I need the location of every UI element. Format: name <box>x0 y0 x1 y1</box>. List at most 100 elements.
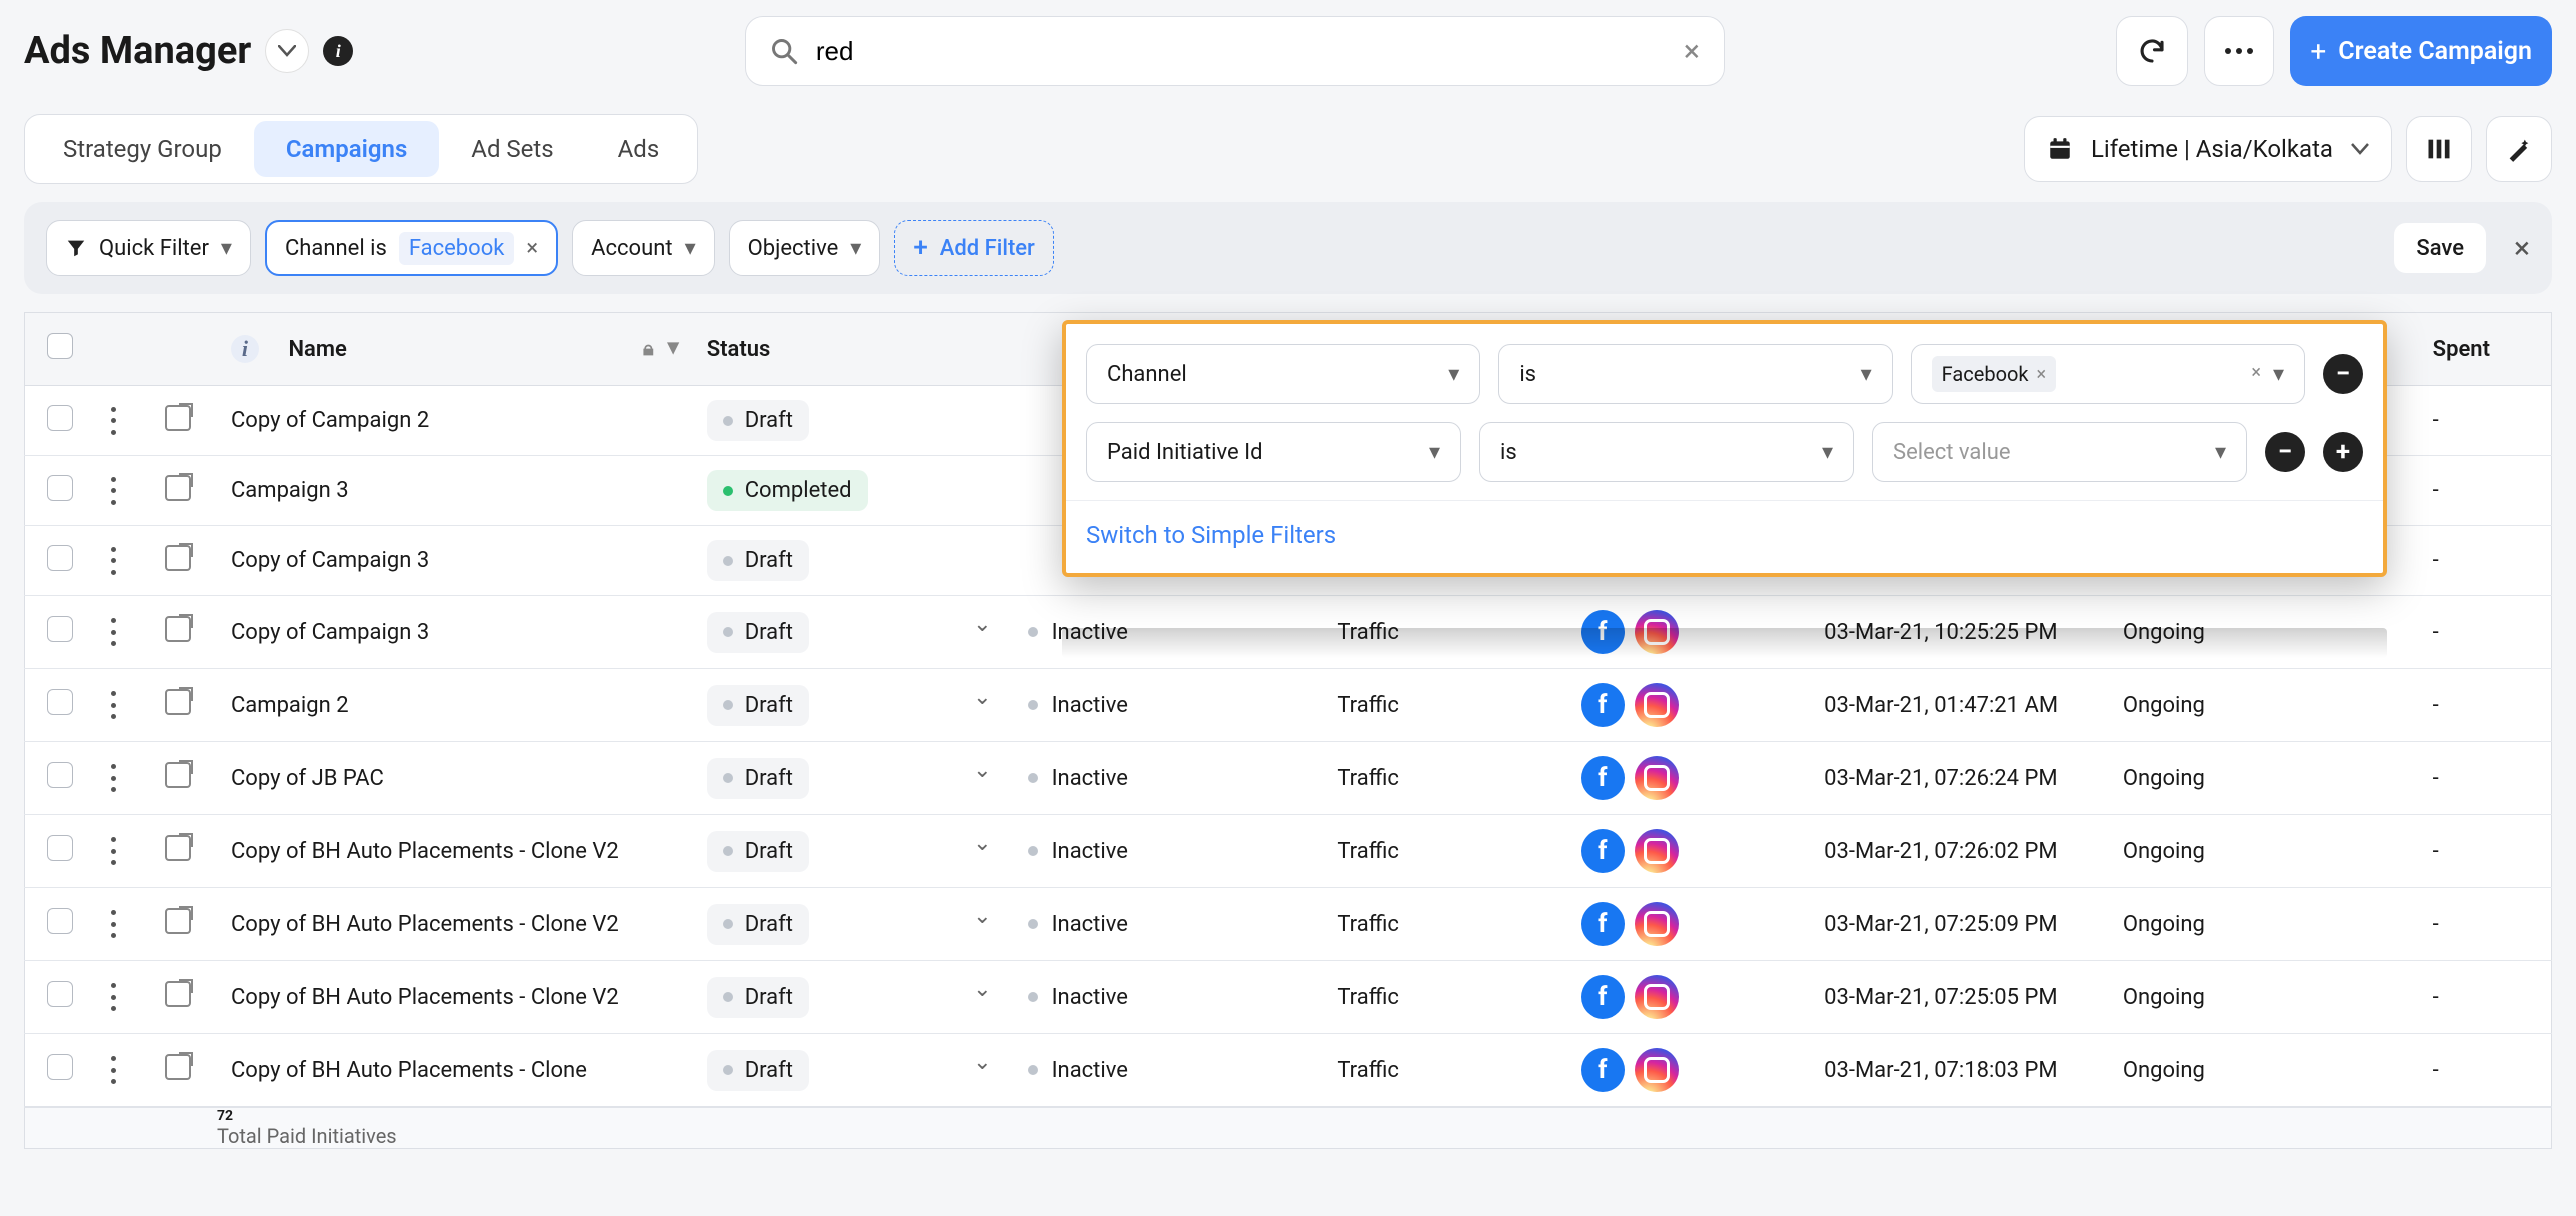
filter-operator-select[interactable]: is▾ <box>1479 422 1854 482</box>
cell-spent: - <box>2433 620 2439 645</box>
open-detail-icon[interactable] <box>165 689 191 715</box>
row-actions-menu[interactable] <box>109 618 117 646</box>
refresh-button[interactable] <box>2116 16 2188 86</box>
row-checkbox[interactable] <box>47 545 73 571</box>
open-detail-icon[interactable] <box>165 981 191 1007</box>
cell-channels: f <box>1581 902 1796 946</box>
filter-operator-select[interactable]: is▾ <box>1498 344 1892 404</box>
row-actions-menu[interactable] <box>109 837 117 865</box>
row-checkbox[interactable] <box>47 1054 73 1080</box>
row-actions-menu[interactable] <box>109 983 117 1011</box>
cell-channels: f <box>1581 829 1796 873</box>
row-checkbox[interactable] <box>47 689 73 715</box>
magic-button[interactable] <box>2486 116 2552 182</box>
column-header-spent[interactable]: Spent <box>2433 337 2490 362</box>
remove-condition-button[interactable]: − <box>2323 354 2363 394</box>
info-icon[interactable]: i <box>231 335 259 363</box>
date-range-picker[interactable]: Lifetime | Asia/Kolkata <box>2024 116 2392 182</box>
tab-campaigns[interactable]: Campaigns <box>254 121 439 177</box>
row-actions-menu[interactable] <box>109 1056 117 1084</box>
clear-value-icon[interactable]: × <box>2251 362 2261 387</box>
filter-field-select[interactable]: Paid Initiative Id▾ <box>1086 422 1461 482</box>
title-dropdown[interactable] <box>265 29 309 73</box>
tab-ads[interactable]: Ads <box>586 121 692 177</box>
quick-filter-button[interactable]: Quick Filter ▾ <box>46 220 251 276</box>
open-detail-icon[interactable] <box>165 835 191 861</box>
cell-objective: Traffic <box>1337 766 1399 791</box>
facebook-icon: f <box>1581 756 1625 800</box>
filter-field-select[interactable]: Channel ▾ <box>1086 344 1480 404</box>
search-input[interactable] <box>816 36 1684 67</box>
po-status: Inactive <box>1052 620 1128 645</box>
tab-ad-sets[interactable]: Ad Sets <box>439 121 585 177</box>
open-detail-icon[interactable] <box>165 545 191 571</box>
filter-condition-row: Paid Initiative Id▾ is▾ Select value▾ − … <box>1086 422 2363 482</box>
columns-button[interactable] <box>2406 116 2472 182</box>
chevron-down-icon[interactable]: ⌄ <box>973 612 991 637</box>
row-checkbox[interactable] <box>47 835 73 861</box>
open-detail-icon[interactable] <box>165 762 191 788</box>
open-detail-icon[interactable] <box>165 475 191 501</box>
filter-op-label: is <box>1519 362 1536 387</box>
open-detail-icon[interactable] <box>165 405 191 431</box>
save-filters-button[interactable]: Save <box>2394 223 2486 273</box>
filter-value-select[interactable]: Facebook× ×▾ <box>1911 344 2305 404</box>
tab-strategy-group[interactable]: Strategy Group <box>31 121 254 177</box>
filter-chip-channel[interactable]: Channel is Facebook × <box>265 220 558 276</box>
row-actions-menu[interactable] <box>109 407 117 435</box>
cell-name: Copy of JB PAC <box>231 766 384 791</box>
row-checkbox[interactable] <box>47 981 73 1007</box>
filter-objective[interactable]: Objective▾ <box>729 220 881 276</box>
open-detail-icon[interactable] <box>165 908 191 934</box>
open-detail-icon[interactable] <box>165 1054 191 1080</box>
remove-condition-button[interactable]: − <box>2265 432 2305 472</box>
chevron-down-icon[interactable]: ⌄ <box>973 685 991 710</box>
filter-account[interactable]: Account▾ <box>572 220 714 276</box>
chevron-down-icon[interactable]: ⌄ <box>973 831 991 856</box>
remove-filter-icon[interactable]: × <box>526 236 538 261</box>
add-condition-button[interactable]: + <box>2323 432 2363 472</box>
column-header-name[interactable]: Name <box>288 337 346 362</box>
row-checkbox[interactable] <box>47 475 73 501</box>
row-actions-menu[interactable] <box>109 910 117 938</box>
row-checkbox[interactable] <box>47 908 73 934</box>
cell-name: Copy of Campaign 3 <box>231 548 429 573</box>
info-icon[interactable]: i <box>323 36 353 66</box>
cell-spent: - <box>2433 839 2439 864</box>
cell-created: 03-Mar-21, 07:26:24 PM <box>1824 766 2057 791</box>
cell-channels: f <box>1581 610 1796 654</box>
row-actions-menu[interactable] <box>109 547 117 575</box>
column-header-status[interactable]: Status <box>707 337 771 362</box>
status-badge: Draft <box>707 904 809 945</box>
chevron-down-icon[interactable]: ⌄ <box>973 977 991 1002</box>
filter-field-label: Channel <box>1107 362 1187 387</box>
filter-value-chip: Facebook× <box>1932 356 2056 392</box>
switch-simple-filters-link[interactable]: Switch to Simple Filters <box>1086 521 1336 549</box>
chevron-down-icon[interactable]: ⌄ <box>973 904 991 929</box>
row-checkbox[interactable] <box>47 405 73 431</box>
add-filter-button[interactable]: +Add Filter <box>894 220 1054 276</box>
row-checkbox[interactable] <box>47 616 73 642</box>
chevron-down-icon[interactable]: ⌄ <box>973 1050 991 1075</box>
lock-icon[interactable]: 🔒︎ <box>643 336 654 360</box>
chevron-down-icon[interactable]: ⌄ <box>973 758 991 783</box>
po-status: Inactive <box>1052 985 1128 1010</box>
close-filters-icon[interactable]: × <box>2514 231 2530 266</box>
open-detail-icon[interactable] <box>165 616 191 642</box>
chevron-down-icon: ▾ <box>1448 362 1459 387</box>
chevron-down-icon <box>2351 143 2369 155</box>
select-all-checkbox[interactable] <box>47 333 73 359</box>
row-actions-menu[interactable] <box>109 477 117 505</box>
sort-icon[interactable]: ▾ <box>668 335 679 360</box>
create-campaign-button[interactable]: +Create Campaign <box>2290 16 2552 86</box>
remove-chip-icon[interactable]: × <box>2037 364 2047 385</box>
clear-search-icon[interactable]: × <box>1684 34 1700 69</box>
status-badge: Completed <box>707 470 868 511</box>
instagram-icon <box>1635 975 1679 1019</box>
filter-value-select[interactable]: Select value▾ <box>1872 422 2247 482</box>
cell-name: Copy of BH Auto Placements - Clone V2 <box>231 839 619 864</box>
more-button[interactable] <box>2204 16 2274 86</box>
row-actions-menu[interactable] <box>109 691 117 719</box>
row-checkbox[interactable] <box>47 762 73 788</box>
row-actions-menu[interactable] <box>109 764 117 792</box>
